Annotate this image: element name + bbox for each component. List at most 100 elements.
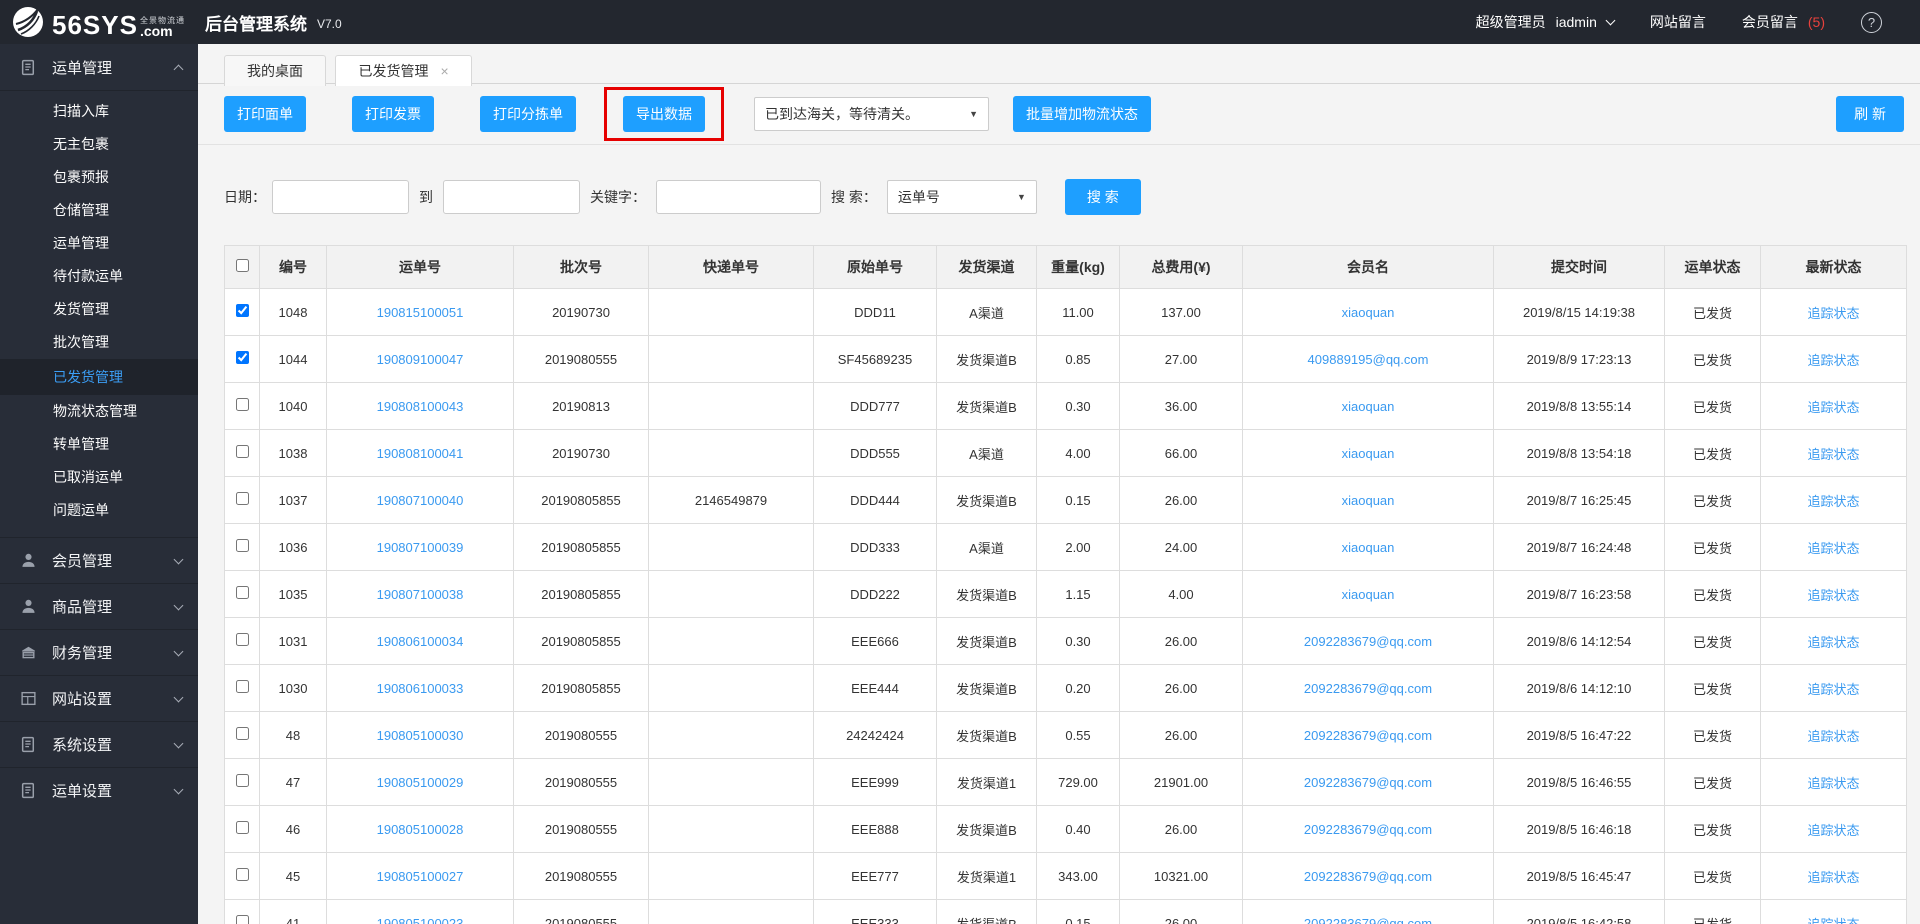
waybill-link[interactable]: 190807100038 bbox=[377, 587, 464, 602]
tracking-status-link[interactable]: 追踪状态 bbox=[1807, 776, 1859, 791]
waybill-link[interactable]: 190809100047 bbox=[377, 352, 464, 367]
tracking-status-link[interactable]: 追踪状态 bbox=[1807, 400, 1859, 415]
tracking-status-link[interactable]: 追踪状态 bbox=[1807, 447, 1859, 462]
member-link[interactable]: xiaoquan bbox=[1342, 446, 1395, 461]
user-menu[interactable]: 超级管理员 iadmin bbox=[1476, 12, 1614, 32]
sidebar-section-system-settings[interactable]: 系统设置 bbox=[0, 721, 198, 767]
help-icon[interactable]: ? bbox=[1861, 12, 1882, 33]
row-checkbox[interactable] bbox=[236, 915, 249, 924]
sidebar-item-package-forecast[interactable]: 包裹预报 bbox=[0, 161, 198, 194]
tracking-status-link[interactable]: 追踪状态 bbox=[1807, 588, 1859, 603]
row-checkbox[interactable] bbox=[236, 445, 249, 458]
select-caret-icon: ▼ bbox=[1017, 192, 1026, 202]
row-checkbox[interactable] bbox=[236, 821, 249, 834]
tracking-status-link[interactable]: 追踪状态 bbox=[1807, 870, 1859, 885]
sidebar-item-cancelled-waybill[interactable]: 已取消运单 bbox=[0, 461, 198, 494]
search-button[interactable]: 搜 索 bbox=[1065, 179, 1141, 215]
waybill-link[interactable]: 190815100051 bbox=[377, 305, 464, 320]
close-tab-icon[interactable]: × bbox=[440, 63, 448, 79]
refresh-button[interactable]: 刷 新 bbox=[1836, 96, 1904, 132]
tracking-status-link[interactable]: 追踪状态 bbox=[1807, 682, 1859, 697]
date-to-input[interactable] bbox=[443, 180, 580, 214]
sidebar-section-member-management[interactable]: 会员管理 bbox=[0, 537, 198, 583]
row-checkbox[interactable] bbox=[236, 351, 249, 364]
tracking-status-link[interactable]: 追踪状态 bbox=[1807, 823, 1859, 838]
waybill-link[interactable]: 190805100030 bbox=[377, 728, 464, 743]
row-checkbox[interactable] bbox=[236, 539, 249, 552]
member-link[interactable]: 409889195@qq.com bbox=[1308, 352, 1429, 367]
member-messages-link[interactable]: 会员留言 (5) bbox=[1742, 12, 1825, 32]
row-checkbox[interactable] bbox=[236, 492, 249, 505]
row-checkbox[interactable] bbox=[236, 680, 249, 693]
sidebar-section-product-management[interactable]: 商品管理 bbox=[0, 583, 198, 629]
keyword-input[interactable] bbox=[656, 180, 821, 214]
member-link[interactable]: 2092283679@qq.com bbox=[1304, 634, 1432, 649]
sidebar-item-batch-management[interactable]: 批次管理 bbox=[0, 326, 198, 359]
waybill-link[interactable]: 190806100034 bbox=[377, 634, 464, 649]
row-checkbox[interactable] bbox=[236, 586, 249, 599]
member-link[interactable]: 2092283679@qq.com bbox=[1304, 822, 1432, 837]
sidebar-item-shipped-management[interactable]: 已发货管理 bbox=[0, 359, 198, 395]
row-checkbox[interactable] bbox=[236, 868, 249, 881]
sidebar-item-unclaimed-package[interactable]: 无主包裹 bbox=[0, 128, 198, 161]
sidebar-item-pending-payment-waybill[interactable]: 待付款运单 bbox=[0, 260, 198, 293]
tracking-status-link[interactable]: 追踪状态 bbox=[1807, 306, 1859, 321]
cell-status: 已发货 bbox=[1665, 477, 1761, 524]
sidebar-item-problem-waybill[interactable]: 问题运单 bbox=[0, 494, 198, 527]
member-link[interactable]: 2092283679@qq.com bbox=[1304, 775, 1432, 790]
logistics-status-select[interactable]: 已到达海关，等待清关。 ▼ bbox=[754, 97, 989, 131]
print-sorting-button[interactable]: 打印分拣单 bbox=[480, 96, 576, 132]
waybill-link[interactable]: 190808100041 bbox=[377, 446, 464, 461]
waybill-link[interactable]: 190805100029 bbox=[377, 775, 464, 790]
member-link[interactable]: xiaoquan bbox=[1342, 587, 1395, 602]
date-from-input[interactable] bbox=[272, 180, 409, 214]
member-link[interactable]: xiaoquan bbox=[1342, 540, 1395, 555]
sidebar-section-waybill-settings[interactable]: 运单设置 bbox=[0, 767, 198, 813]
sidebar-item-shipping-management[interactable]: 发货管理 bbox=[0, 293, 198, 326]
row-checkbox[interactable] bbox=[236, 398, 249, 411]
sidebar-section-website-settings[interactable]: 网站设置 bbox=[0, 675, 198, 721]
print-invoice-button[interactable]: 打印发票 bbox=[352, 96, 434, 132]
tracking-status-link[interactable]: 追踪状态 bbox=[1807, 494, 1859, 509]
member-link[interactable]: 2092283679@qq.com bbox=[1304, 728, 1432, 743]
waybill-link[interactable]: 190805100023 bbox=[377, 916, 464, 924]
member-link[interactable]: xiaoquan bbox=[1342, 399, 1395, 414]
tracking-status-link[interactable]: 追踪状态 bbox=[1807, 541, 1859, 556]
member-link[interactable]: 2092283679@qq.com bbox=[1304, 681, 1432, 696]
row-checkbox[interactable] bbox=[236, 727, 249, 740]
cell-batch-no: 20190813 bbox=[514, 383, 649, 430]
cell-fee: 66.00 bbox=[1120, 430, 1243, 477]
waybill-link[interactable]: 190805100027 bbox=[377, 869, 464, 884]
tracking-status-link[interactable]: 追踪状态 bbox=[1807, 353, 1859, 368]
select-all-checkbox[interactable] bbox=[236, 259, 249, 272]
row-checkbox[interactable] bbox=[236, 304, 249, 317]
sidebar-item-transfer-management[interactable]: 转单管理 bbox=[0, 428, 198, 461]
tracking-status-link[interactable]: 追踪状态 bbox=[1807, 635, 1859, 650]
member-link[interactable]: 2092283679@qq.com bbox=[1304, 869, 1432, 884]
print-label-button[interactable]: 打印面单 bbox=[224, 96, 306, 132]
tab-shipped-management[interactable]: 已发货管理 × bbox=[335, 55, 471, 86]
waybill-link[interactable]: 190805100028 bbox=[377, 822, 464, 837]
sidebar-item-scan-inbound[interactable]: 扫描入库 bbox=[0, 95, 198, 128]
member-link[interactable]: xiaoquan bbox=[1342, 493, 1395, 508]
sidebar-section-finance-management[interactable]: 财务管理 bbox=[0, 629, 198, 675]
waybill-link[interactable]: 190807100039 bbox=[377, 540, 464, 555]
search-by-select[interactable]: 运单号 ▼ bbox=[887, 180, 1037, 214]
tab-my-desktop[interactable]: 我的桌面 bbox=[224, 55, 326, 86]
tracking-status-link[interactable]: 追踪状态 bbox=[1807, 729, 1859, 744]
tracking-status-link[interactable]: 追踪状态 bbox=[1807, 917, 1859, 924]
row-checkbox[interactable] bbox=[236, 774, 249, 787]
sidebar-item-warehouse-management[interactable]: 仓储管理 bbox=[0, 194, 198, 227]
member-link[interactable]: xiaoquan bbox=[1342, 305, 1395, 320]
row-checkbox[interactable] bbox=[236, 633, 249, 646]
sidebar-item-waybill-management[interactable]: 运单管理 bbox=[0, 227, 198, 260]
waybill-link[interactable]: 190808100043 bbox=[377, 399, 464, 414]
waybill-link[interactable]: 190806100033 bbox=[377, 681, 464, 696]
waybill-link[interactable]: 190807100040 bbox=[377, 493, 464, 508]
sidebar-item-logistics-status-management[interactable]: 物流状态管理 bbox=[0, 395, 198, 428]
site-messages-link[interactable]: 网站留言 bbox=[1650, 12, 1706, 32]
export-data-button[interactable]: 导出数据 bbox=[623, 96, 705, 132]
sidebar-section-waybill-management[interactable]: 运单管理 bbox=[0, 44, 198, 90]
member-link[interactable]: 2092283679@qq.com bbox=[1304, 916, 1432, 924]
batch-add-status-button[interactable]: 批量增加物流状态 bbox=[1013, 96, 1151, 132]
